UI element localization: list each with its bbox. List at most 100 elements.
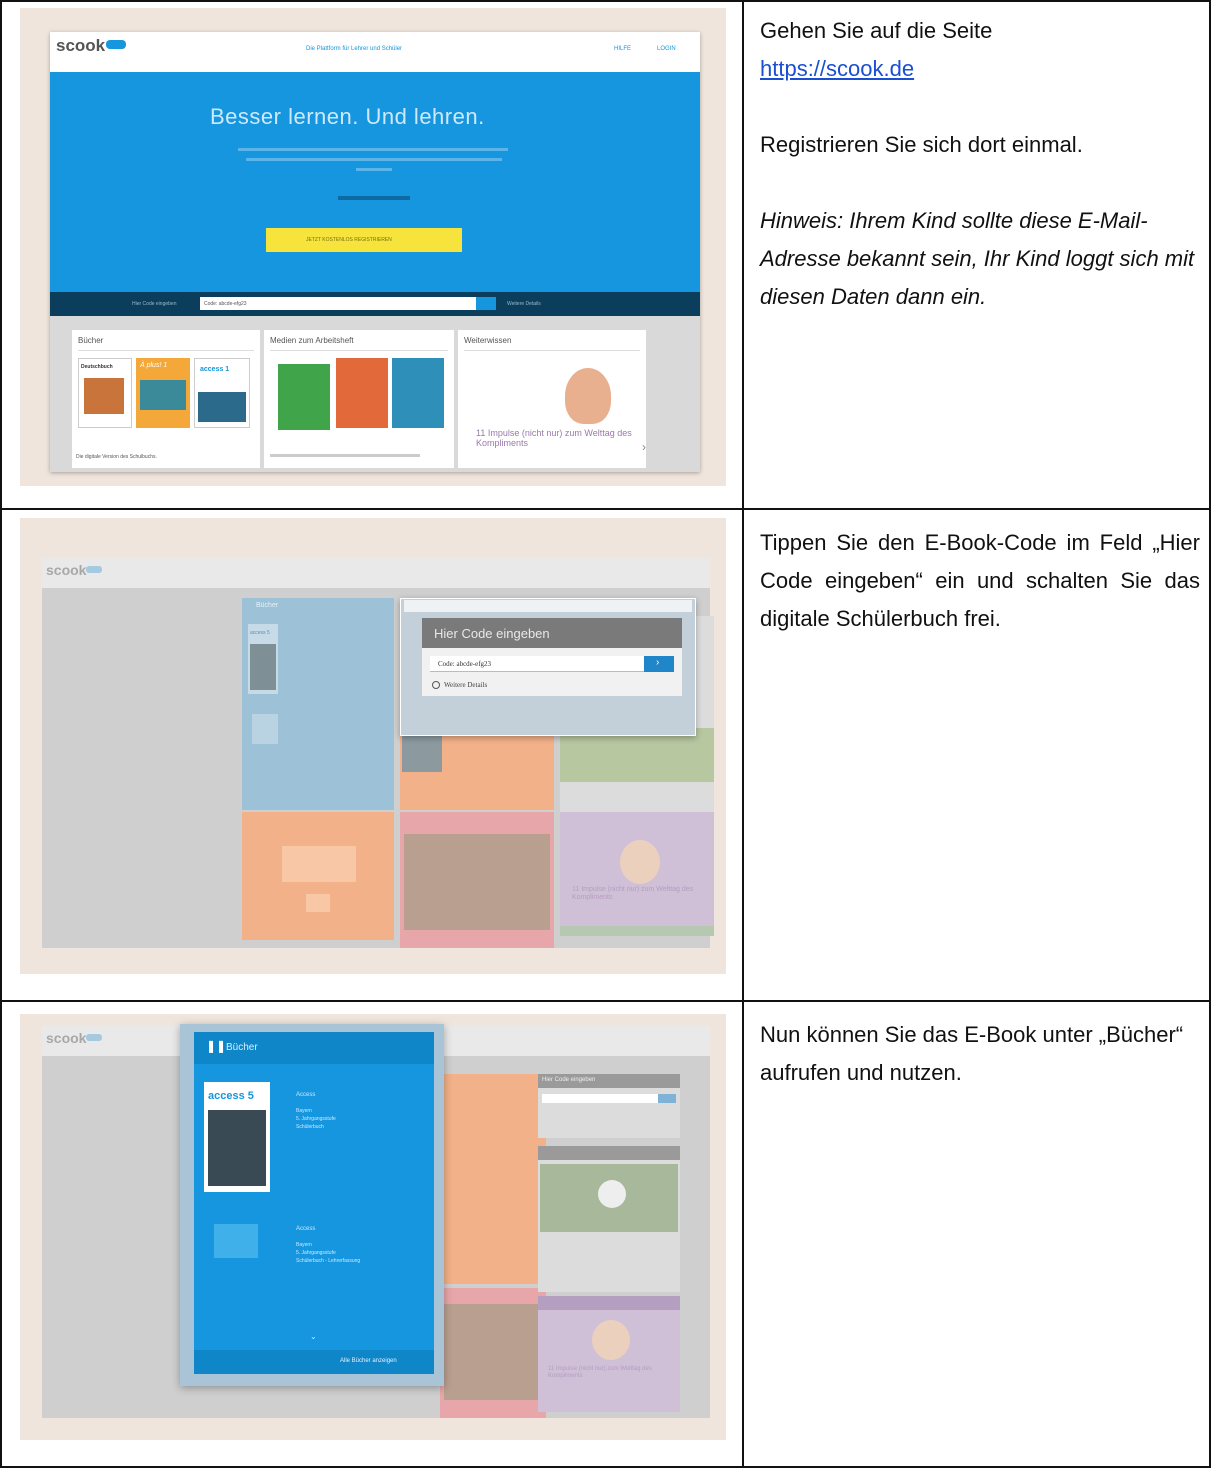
- book2-line2: 5. Jahrgangsstufe: [296, 1250, 336, 1256]
- divider: [464, 350, 640, 351]
- tile-books-title: Bücher: [256, 602, 279, 609]
- table-border-left: [0, 0, 2, 1468]
- code-input-value: Code: abcde-efg23: [204, 301, 247, 307]
- row1-register: Registrieren Sie sich dort einmal.: [760, 132, 1083, 157]
- more-info-link[interactable]: [338, 196, 410, 200]
- book1-line1: Bayern: [296, 1108, 312, 1114]
- girl-photo: [565, 368, 611, 424]
- cover-workbook: [336, 358, 388, 428]
- instruction-table: Gehen Sie auf die Seite https://scook.de…: [0, 0, 1211, 1468]
- cover-workbook: [278, 364, 330, 430]
- books-panel-title: Bücher: [226, 1042, 258, 1053]
- row-divider-1: [0, 508, 1211, 510]
- football-icon: [598, 1180, 626, 1208]
- caption-line: [270, 454, 420, 457]
- tile-further-header: [538, 1296, 680, 1310]
- cover-image: [198, 392, 246, 422]
- code-input-value: Code: abcde-efg23: [438, 660, 492, 668]
- cover-image: [140, 380, 186, 410]
- divider: [270, 350, 448, 351]
- carousel-next-icon[interactable]: ›: [642, 440, 646, 454]
- book2-title: Access: [296, 1226, 316, 1232]
- code-submit-button[interactable]: [658, 1094, 676, 1103]
- hero-subline: [238, 148, 508, 151]
- scook-link[interactable]: https://scook.de: [760, 56, 914, 81]
- logo-bubble-icon: [86, 566, 102, 573]
- book-placeholder-icon: [214, 1224, 258, 1258]
- scroll-down-icon[interactable]: ⌄: [310, 1332, 317, 1341]
- logo-bubble-icon: [86, 1034, 102, 1041]
- nav-login[interactable]: LOGIN: [657, 46, 676, 52]
- row3-text: Nun können Sie das E-Book unter „Bücher“…: [760, 1016, 1200, 1092]
- books-icon: ❚❚: [206, 1039, 227, 1053]
- girl-photo: [592, 1320, 630, 1360]
- site-header: [42, 558, 710, 588]
- register-button-label: JETZT KOSTENLOS REGISTRIEREN: [306, 237, 392, 243]
- cover-access-title: access 5: [250, 630, 270, 636]
- more-details-link[interactable]: Weitere Details: [444, 681, 487, 689]
- logo-bubble-icon: [106, 40, 126, 49]
- hero-headline: Besser lernen. Und lehren.: [210, 104, 485, 129]
- tile-news-header: [538, 1146, 680, 1160]
- cover-image: [402, 736, 442, 772]
- divider: [78, 350, 254, 351]
- cover-workbook: [392, 358, 444, 428]
- site-header: [50, 32, 700, 72]
- show-all-books-button[interactable]: [194, 1350, 434, 1374]
- hero-subline: [356, 168, 392, 171]
- cover-access-title: access 5: [208, 1090, 254, 1102]
- table-border-top: [0, 0, 1211, 2]
- cover-aplus-title: À plus! 1: [140, 362, 168, 369]
- tile-footer: [560, 926, 714, 936]
- card-further-title: Weiterwissen: [464, 336, 512, 345]
- row3-paragraph: Nun können Sie das E-Book unter „Bücher“…: [760, 1022, 1184, 1085]
- scook-logo[interactable]: scook: [46, 562, 86, 578]
- hero-subline: [246, 158, 502, 161]
- cover-deutschbuch-title: Deutschbuch: [81, 364, 113, 370]
- book2-line3: Schülerbuch - Lehrerfassung: [296, 1258, 361, 1264]
- book1-title: Access: [296, 1092, 316, 1098]
- cover-image: [84, 378, 124, 414]
- side-code-title: Hier Code eingeben: [542, 1077, 596, 1083]
- book2-line1: Bayern: [296, 1242, 312, 1248]
- book1-line2: 5. Jahrgangsstufe: [296, 1116, 336, 1122]
- screenshot-code-entry: scook Bücher access 5 11 Impulse (nicht …: [20, 518, 726, 974]
- tile-media[interactable]: [440, 1074, 546, 1284]
- row2-text: Tippen Sie den E-Book-Code im Feld „Hier…: [760, 524, 1200, 638]
- screenshot-scook-homepage: scook Die Plattform für Lehrer und Schül…: [20, 8, 726, 486]
- dialog-topbar: [404, 600, 692, 612]
- football-photo: [560, 728, 714, 782]
- row1-text: Gehen Sie auf die Seite https://scook.de…: [760, 12, 1200, 316]
- nav-help[interactable]: HILFE: [614, 46, 631, 52]
- further-title: 11 Impulse (nicht nur) zum Welttag des K…: [572, 886, 694, 901]
- show-all-books-label: Alle Bücher anzeigen: [340, 1358, 397, 1364]
- card-media-title: Medien zum Arbeitsheft: [270, 336, 354, 345]
- further-title: 11 Impulse (nicht nur) zum Welttag des K…: [476, 428, 632, 448]
- code-dialog-title: Hier Code eingeben: [434, 626, 550, 641]
- scook-logo[interactable]: scook: [46, 1030, 86, 1046]
- cover-image: [250, 644, 276, 690]
- code-submit-button[interactable]: [476, 297, 496, 310]
- worksheet-icon: [306, 894, 330, 912]
- row-divider-2: [0, 1000, 1211, 1002]
- card-books-title: Bücher: [78, 336, 104, 345]
- code-bar-label: Hier Code eingeben: [132, 301, 177, 307]
- row2-paragraph: Tippen Sie den E-Book-Code im Feld „Hier…: [760, 530, 1200, 631]
- worksheet-icons: [282, 846, 356, 882]
- books-caption: Die digitale Version des Schulbuchs.: [76, 454, 157, 460]
- scook-logo[interactable]: scook: [56, 36, 105, 56]
- screenshot-books-panel: scook Hier Code eingeben 11 Impulse (nic…: [20, 1014, 726, 1440]
- book1-line3: Schülerbuch: [296, 1124, 324, 1130]
- girl-photo: [620, 840, 660, 884]
- row1-hint: Hinweis: Ihrem Kind sollte diese E-Mail-…: [760, 208, 1195, 309]
- row1-line1: Gehen Sie auf die Seite: [760, 18, 993, 43]
- cover-image: [208, 1110, 266, 1186]
- column-divider: [742, 0, 744, 1468]
- more-details-link[interactable]: Weitere Details: [507, 301, 541, 307]
- code-input[interactable]: [542, 1094, 658, 1103]
- cover-access-title: access 1: [200, 366, 230, 373]
- book-placeholder-icon: [252, 714, 278, 744]
- tablet-photo: [404, 834, 550, 930]
- info-icon: [432, 681, 440, 689]
- chevron-right-icon: ›: [656, 657, 660, 668]
